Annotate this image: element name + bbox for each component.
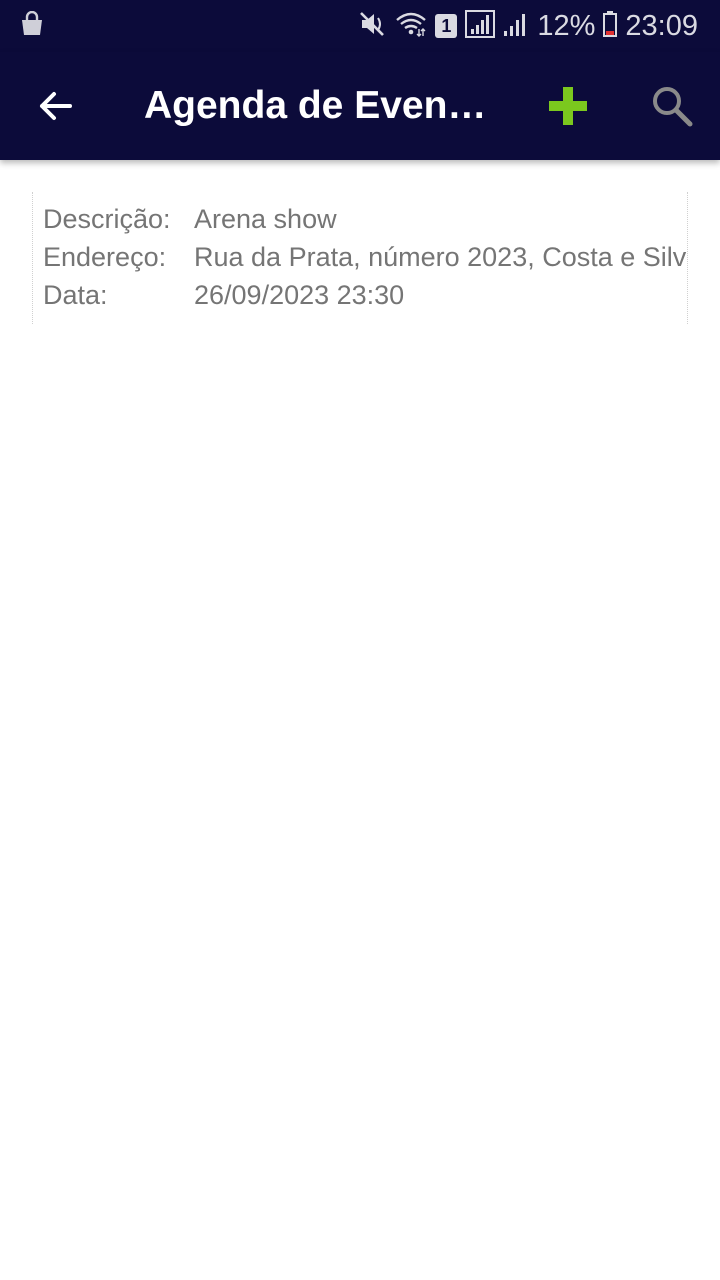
- battery-icon: [603, 11, 618, 41]
- event-label: Data:: [43, 280, 108, 310]
- event-card[interactable]: Descrição: Arena show Endereço: Rua da P…: [32, 192, 688, 324]
- signal-icon: [503, 11, 529, 41]
- clock: 23:09: [625, 9, 698, 42]
- event-row-date: Data: 26/09/2023 23:30: [43, 280, 404, 318]
- event-label: Descrição:: [43, 204, 171, 234]
- status-bar: 1 12% 23:09: [0, 0, 720, 52]
- battery-percent: 12%: [537, 9, 596, 42]
- event-value: 26/09/2023 23:30: [194, 280, 405, 310]
- event-row-address: Endereço: Rua da Prata, número 2023, Cos…: [43, 242, 686, 280]
- sim-slot-number: 1: [441, 16, 452, 36]
- signal-icon: [465, 10, 496, 42]
- wifi-icon: [395, 11, 427, 41]
- app-bar: Agenda de Event…: [0, 52, 720, 160]
- shopping-bag-icon: [20, 10, 44, 41]
- plus-icon[interactable]: [546, 84, 590, 128]
- back-arrow-icon[interactable]: [30, 82, 82, 130]
- event-label: Endereço:: [43, 242, 167, 272]
- status-icons: 1 12% 23:09: [359, 0, 698, 52]
- event-value: Rua da Prata, número 2023, Costa e Silv: [194, 242, 687, 272]
- sim-icon: 1: [435, 14, 458, 38]
- search-icon[interactable]: [650, 84, 694, 128]
- event-value: Arena show: [194, 204, 337, 234]
- mute-icon: [359, 11, 387, 41]
- page-title: Agenda de Event…: [144, 84, 494, 127]
- event-row-description: Descrição: Arena show: [43, 204, 337, 242]
